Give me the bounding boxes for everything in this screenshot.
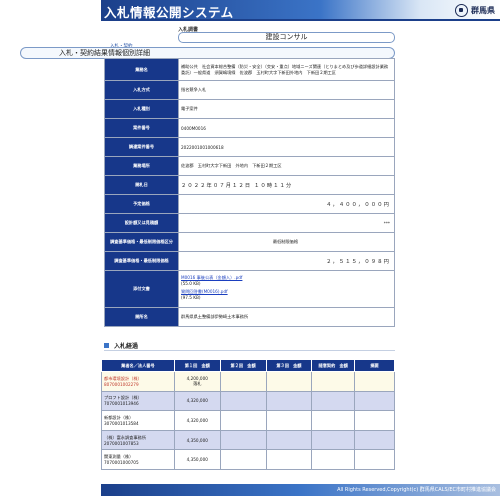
column-header: 摘要	[354, 359, 395, 372]
round1-amount: 4,320,000	[173, 410, 221, 431]
detail-key: 調査基準価格・最低制限価格区分	[104, 232, 179, 252]
bidder-name: プロフト設計（株）	[104, 395, 142, 401]
table-row: プロフト設計（株） 7070001013946 4,320,000	[101, 390, 395, 412]
round3-amount	[265, 390, 313, 412]
negotiated-amount	[311, 429, 356, 451]
award-label: 落札	[193, 380, 202, 386]
round2-amount	[219, 429, 267, 451]
round3-amount	[265, 449, 313, 470]
detail-key: 設計額又は見積額	[104, 213, 179, 233]
detail-key: 調査基準価格・最低制限価格	[104, 251, 179, 271]
table-row: 関東測量（株） 7070001000705 4,350,000	[101, 449, 395, 470]
detail-key: 予定価格	[104, 194, 179, 214]
bidder-name: 新都設計（株）	[104, 414, 134, 420]
bidder-cell: （株）富永調査事務所 2070001007853	[101, 429, 175, 451]
detail-value-planned-price: ４，４００，０００円	[178, 194, 395, 214]
attachment-size: (97.5 KB)	[181, 295, 201, 300]
remarks	[354, 410, 395, 431]
bidder-id: 7070001013946	[104, 401, 139, 407]
detail-key: 開所名	[104, 307, 179, 327]
app-header: 入札情報公開システム 群馬県	[101, 0, 500, 21]
bidder-cell: 関東測量（株） 7070001000705	[101, 449, 175, 470]
detail-value-bid-method: 指名競争入札	[178, 80, 395, 100]
round2-amount	[219, 449, 267, 470]
round2-amount	[219, 390, 267, 412]
section-title-text: 入札経過	[114, 343, 139, 350]
bidder-id: 8070001002279	[104, 381, 139, 387]
column-header: 第１回 金額	[173, 359, 221, 372]
bidder-cell: 新都設計（株） 3070001013584	[101, 410, 175, 431]
column-header: 業者名／法人番号	[101, 359, 175, 372]
round1-amount: 4,350,000	[173, 449, 221, 470]
round3-amount	[265, 410, 313, 431]
round3-amount	[265, 429, 313, 451]
attachments-cell: M0016 事後公表（金額入）.pdf (55.0 KB) 質問回答書(M001…	[178, 270, 395, 308]
round3-amount	[265, 371, 313, 392]
bidder-name: 関東測量（株）	[104, 454, 134, 460]
detail-key: 案件番号	[104, 118, 179, 138]
bidder-name: 都市環境設計（株）	[104, 375, 142, 381]
round1-amount: 4,320,000	[173, 390, 221, 412]
remarks	[354, 390, 395, 412]
detail-value-office: 群馬県県土整備部伊勢崎土木事務所	[178, 307, 395, 327]
detail-key: 調達案件番号	[104, 137, 179, 157]
prefecture-emblem-icon	[455, 4, 468, 17]
detail-table: 業務名 補助公共 社会資本総合整備（防災・安全）（交安・重点）地域ニーズ関連（とり…	[104, 58, 395, 327]
remarks	[354, 449, 395, 470]
category-field[interactable]: 建設コンサル	[178, 32, 395, 43]
detail-value-opening-date: ２０２２年０７月１２日 １０時１１分	[178, 175, 395, 195]
negotiated-amount	[311, 371, 356, 392]
detail-key: 開札日	[104, 175, 179, 195]
detail-key: 業務場所	[104, 156, 179, 176]
detail-value-design-amount: ***	[178, 213, 395, 233]
app-title: 入札情報公開システム	[104, 5, 234, 20]
prefecture-logo[interactable]: 群馬県	[455, 4, 495, 17]
footer-copyright: All Rights Reserved,Copyright(c) 群馬県CALS…	[101, 484, 500, 496]
detail-value-case-number: 0400M0016	[178, 118, 395, 138]
bidder-id: 7070001000705	[104, 460, 139, 466]
bidder-id: 2070001007853	[104, 440, 139, 446]
section-marker-icon	[104, 343, 109, 348]
bidder-cell: プロフト設計（株） 7070001013946	[101, 390, 175, 412]
detail-value-location: 佐波郡 玉村町大字下新田 外地内 下新田２期工区	[178, 156, 395, 176]
round1-amount: 4,350,000	[173, 429, 221, 451]
column-header: 第２回 金額	[219, 359, 267, 372]
detail-value-procurement-number: 2022001001000618	[178, 137, 395, 157]
detail-key: 添付文書	[104, 270, 179, 308]
round1-amount: 4,200,000 落札	[173, 371, 221, 392]
bidder-id: 3070001013584	[104, 420, 139, 426]
bid-progress-table: 業者名／法人番号 第１回 金額 第２回 金額 第３回 金額 随意契約 金額 摘要…	[101, 359, 395, 470]
bidder-cell: 都市環境設計（株） 8070001002279	[101, 371, 175, 392]
negotiated-amount	[311, 410, 356, 431]
section-divider	[104, 350, 395, 351]
table-row: （株）富永調査事務所 2070001007853 4,350,000	[101, 429, 395, 451]
round2-amount	[219, 371, 267, 392]
negotiated-amount	[311, 390, 356, 412]
remarks	[354, 371, 395, 392]
detail-key: 入札種別	[104, 99, 179, 119]
prefecture-name: 群馬県	[471, 6, 495, 15]
bidder-name: （株）富永調査事務所	[104, 434, 146, 440]
column-header: 第３回 金額	[265, 359, 313, 372]
column-header: 随意契約 金額	[311, 359, 356, 372]
table-row: 都市環境設計（株） 8070001002279 4,200,000 落札	[101, 371, 395, 392]
remarks	[354, 429, 395, 451]
section-title: 入札経過	[104, 341, 138, 350]
detail-key: 入札方式	[104, 80, 179, 100]
detail-key: 業務名	[104, 58, 179, 81]
round2-amount	[219, 410, 267, 431]
negotiated-amount	[311, 449, 356, 470]
detail-value-minimum-price: ２，５１５，０９８円	[178, 251, 395, 271]
detail-value-price-category: 最低制限価格	[178, 232, 395, 252]
attachment-size: (55.0 KB)	[181, 281, 201, 286]
detail-value-bid-type: 電子案件	[178, 99, 395, 119]
detail-value-project-name: 補助公共 社会資本総合整備（防災・安全）（交安・重点）地域ニーズ関連（とりまとめ…	[178, 58, 395, 81]
table-row: 新都設計（株） 3070001013584 4,320,000	[101, 410, 395, 431]
